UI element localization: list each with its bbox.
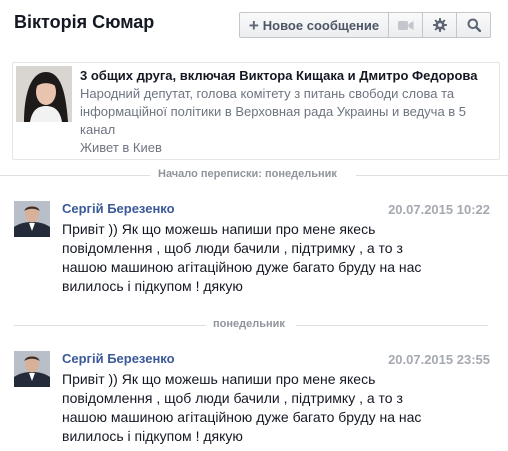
conversation-header: Вікторія Сюмар + Новое сообщение xyxy=(0,0,508,50)
sender-avatar[interactable] xyxy=(14,201,50,237)
conversation-start-label: Начало переписки: понедельник xyxy=(158,168,337,180)
message-text: Привіт )) Як що можешь напиши про мене я… xyxy=(62,371,422,444)
sender-avatar[interactable] xyxy=(14,351,50,387)
message-author[interactable]: Сергій Березенко xyxy=(62,351,175,366)
profile-avatar[interactable] xyxy=(16,66,72,122)
gear-icon xyxy=(432,18,447,32)
day-divider-label: понедельник xyxy=(213,318,285,330)
plus-icon: + xyxy=(248,15,259,35)
conversation-title[interactable]: Вікторія Сюмар xyxy=(14,12,154,33)
video-call-button[interactable] xyxy=(389,12,423,38)
conversation-toolbar: + Новое сообщение xyxy=(239,12,491,38)
profile-card: 3 общих друга, включая Виктора Кищака и … xyxy=(12,62,500,160)
profile-bio: Народний депутат, голова комітету з пита… xyxy=(80,86,467,137)
message-timestamp: 20.07.2015 23:55 xyxy=(388,352,490,367)
message-text: Привіт )) Як що можешь напиши про мене я… xyxy=(62,221,422,294)
day-divider: понедельник xyxy=(0,318,508,332)
search-icon xyxy=(467,18,481,32)
mutual-friends[interactable]: 3 общих друга, включая Виктора Кищака и … xyxy=(80,67,490,85)
message-timestamp: 20.07.2015 10:22 xyxy=(388,202,490,217)
profile-info: 3 общих друга, включая Виктора Кищака и … xyxy=(80,67,490,157)
new-message-label: Новое сообщение xyxy=(262,17,380,33)
profile-location: Живет в Киев xyxy=(80,140,162,155)
new-message-button[interactable]: + Новое сообщение xyxy=(239,12,389,38)
search-button[interactable] xyxy=(457,12,491,38)
video-camera-icon xyxy=(397,20,413,30)
message-author[interactable]: Сергій Березенко xyxy=(62,201,175,216)
conversation-start-divider: Начало переписки: понедельник xyxy=(0,168,508,182)
settings-button[interactable] xyxy=(423,12,457,38)
